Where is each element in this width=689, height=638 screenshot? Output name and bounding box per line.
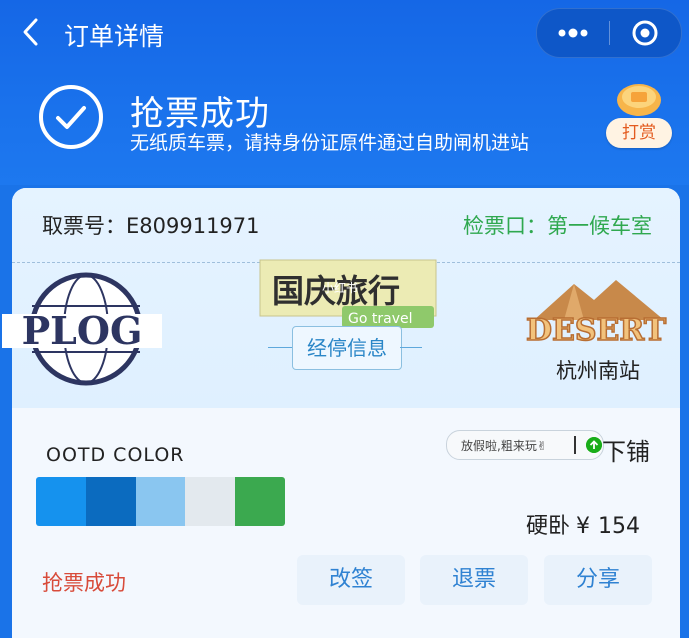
comment-chip[interactable]: 放假啦,粗来玩✌: [446, 430, 604, 460]
color-palette: [36, 477, 285, 526]
national-day-sticker: 国庆旅行 Go travel 小红书: [259, 259, 437, 328]
text-caret: [574, 436, 576, 454]
gate-label: 检票口：: [463, 214, 547, 238]
miniapp-capsule: [536, 8, 682, 58]
desert-sticker: DESERT: [525, 280, 668, 349]
palette-title: OOTD COLOR: [46, 444, 185, 466]
color-swatch-5: [235, 477, 285, 526]
send-arrow-icon[interactable]: [586, 437, 602, 453]
arrival-station: 杭州南站: [556, 359, 640, 383]
pickup-number: 取票号：E809911971: [42, 210, 260, 240]
stopover-info-button[interactable]: 经停信息: [292, 326, 402, 370]
ticket-price: 154: [598, 514, 641, 539]
pickup-number-label: 取票号：: [42, 214, 126, 238]
more-dots-icon[interactable]: [537, 9, 609, 57]
berth-type: 下铺: [602, 438, 650, 466]
plog-text: PLOG: [22, 308, 143, 353]
reward-widget[interactable]: 打赏: [600, 78, 680, 156]
watermark-text: 小红书: [322, 280, 358, 295]
fare-info: 硬卧 ¥154: [526, 508, 640, 540]
color-swatch-4: [185, 477, 236, 526]
reward-button[interactable]: 打赏: [606, 118, 672, 148]
desert-text: DESERT: [526, 313, 667, 348]
success-check-icon: [39, 85, 103, 149]
status-subtitle: 无纸质车票，请持身份证原件通过自助闸机进站: [130, 132, 530, 154]
color-swatch-3: [135, 477, 186, 526]
plog-sticker: PLOG: [2, 272, 162, 386]
order-header: 订单详情 抢票成功 无纸质车票，请持身份证原件通过自助闸机进站 打赏: [0, 0, 689, 185]
close-target-icon[interactable]: [610, 9, 681, 57]
back-arrow-icon[interactable]: [16, 14, 46, 50]
share-button[interactable]: 分享: [544, 555, 652, 605]
stopover-line-left: [268, 347, 292, 348]
pickup-number-value: E809911971: [126, 214, 260, 238]
refund-ticket-button[interactable]: 退票: [420, 555, 528, 605]
gate-value: 第一候车室: [547, 214, 652, 238]
currency-symbol: ¥: [576, 514, 591, 539]
stopover-line-right: [400, 347, 422, 348]
seat-class: 硬卧: [526, 514, 571, 539]
change-ticket-button[interactable]: 改签: [297, 555, 405, 605]
color-swatch-2: [85, 477, 136, 526]
go-travel-text: Go travel: [348, 311, 412, 327]
color-swatch-1: [36, 477, 86, 526]
coin-icon: [617, 84, 661, 116]
gate-info: 检票口：第一候车室: [463, 210, 652, 240]
order-state-text: 抢票成功: [42, 571, 126, 595]
comment-chip-text: 放假啦,粗来玩✌: [461, 439, 547, 453]
page-title: 订单详情: [64, 22, 165, 51]
